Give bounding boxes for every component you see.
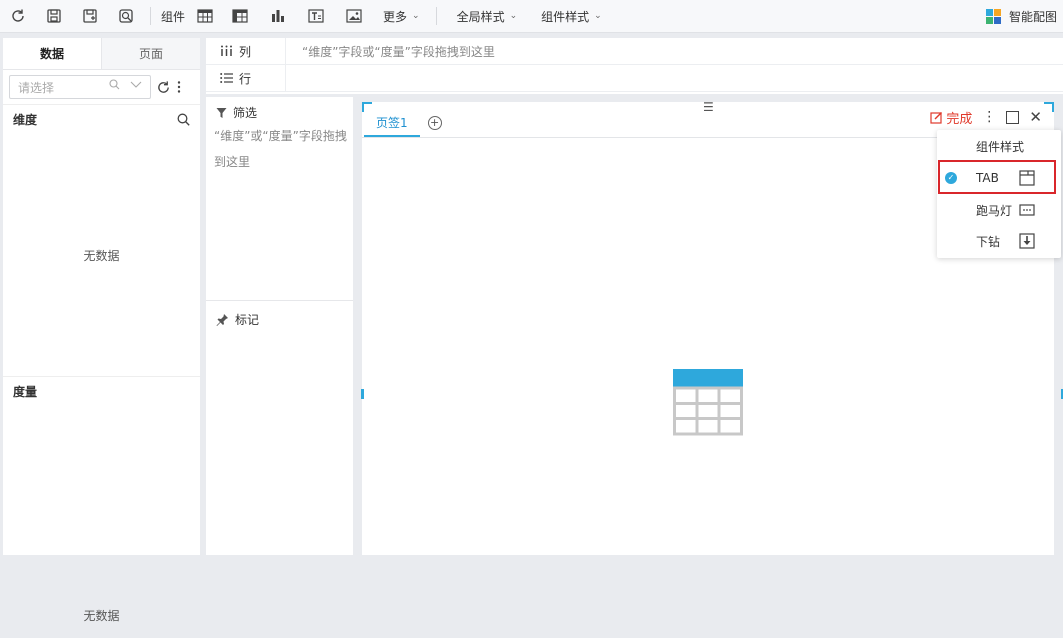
preview-icon[interactable] — [108, 0, 144, 33]
refresh-icon[interactable] — [156, 80, 171, 95]
pin-icon — [216, 314, 228, 326]
tab-page[interactable]: 页面 — [102, 38, 200, 69]
filter-icon — [216, 107, 227, 118]
table-placeholder-icon — [673, 369, 743, 436]
component-style-label: 组件样式 — [541, 9, 590, 24]
measure-empty: 无数据 — [83, 609, 120, 623]
dataset-selector-row: 请选择 — [3, 70, 200, 104]
global-style-dropdown[interactable]: 全局样式 ⌄ — [447, 0, 528, 33]
menu-item-drill[interactable]: 下钻 — [937, 226, 1061, 256]
dimension-header: 维度 — [3, 104, 200, 134]
filter-panel: 筛选 “维度”或“度量”字段拖拽到这里 标记 — [206, 97, 353, 555]
bar-chart-icon[interactable] — [259, 0, 297, 33]
kebab-menu-icon[interactable] — [177, 80, 181, 94]
row-drop-zone[interactable]: 行 — [206, 64, 1063, 92]
row-label: 行 — [239, 71, 252, 86]
chevron-down-icon: ⌄ — [412, 11, 420, 21]
search-icon[interactable] — [177, 113, 190, 126]
tab-page1[interactable]: 页签1 — [364, 109, 420, 137]
save-icon[interactable] — [36, 0, 72, 33]
maximize-icon[interactable] — [1006, 111, 1020, 124]
component-menu: 组件样式 ✓ TAB 跑马灯 下钻 — [937, 130, 1061, 258]
image-component-icon[interactable] — [335, 0, 373, 33]
done-label: 完成 — [946, 112, 973, 127]
menu-item-marquee[interactable]: 跑马灯 — [937, 195, 1061, 225]
measure-header: 度量 — [3, 376, 200, 406]
panel-tabs: 数据 页面 — [3, 38, 200, 70]
axis-panel: 列 “维度”字段或“度量”字段拖拽到这里 行 — [206, 37, 1063, 94]
crosstab-component-icon[interactable] — [221, 0, 259, 33]
save-as-icon[interactable] — [72, 0, 108, 33]
chevron-down-icon: ⌄ — [509, 11, 518, 21]
check-icon: ✓ — [945, 172, 957, 184]
component-label: 组件 — [161, 9, 186, 24]
chevron-down-icon — [130, 81, 142, 88]
column-shelf-label: 列 — [206, 37, 286, 65]
table-component-icon[interactable] — [189, 0, 221, 33]
tab-icon — [1019, 170, 1035, 186]
drill-down-icon — [1019, 233, 1035, 249]
dataset-select[interactable]: 请选择 — [9, 75, 151, 99]
toolbar-divider — [435, 7, 437, 25]
chevron-down-icon: ⌄ — [594, 11, 602, 21]
dimension-label: 维度 — [13, 113, 38, 127]
dimension-empty: 无数据 — [83, 248, 120, 263]
menu-item-tab[interactable]: ✓ TAB — [937, 163, 1061, 193]
data-panel: 数据 页面 请选择 维度 无数据 度量 无数据 — [3, 38, 200, 623]
more-dropdown[interactable]: 更多 ⌄ — [373, 0, 430, 33]
select-placeholder: 请选择 — [18, 80, 55, 95]
kebab-menu-icon[interactable]: ⋮ — [982, 110, 996, 124]
smart-chart-button[interactable]: 智能配图 — [985, 0, 1057, 33]
top-toolbar: 组件 更多 ⌄ 全局样式 ⌄ 组件样式 ⌄ 智能配图 — [0, 0, 1063, 33]
resize-handle-left[interactable] — [361, 389, 364, 399]
global-style-label: 全局样式 — [456, 9, 505, 24]
tab-data[interactable]: 数据 — [3, 38, 102, 69]
add-tab-icon[interactable]: + — [427, 116, 442, 130]
marquee-icon — [1019, 204, 1035, 216]
done-button[interactable]: 完成 — [930, 108, 972, 127]
component-style-dropdown[interactable]: 组件样式 ⌄ — [531, 0, 612, 33]
mark-label: 标记 — [235, 313, 260, 327]
smart-chart-label: 智能配图 — [1008, 10, 1057, 24]
filter-label: 筛选 — [233, 106, 258, 120]
column-drop-zone[interactable]: 列 “维度”字段或“度量”字段拖拽到这里 — [206, 37, 1063, 65]
menu-label: TAB — [976, 171, 999, 185]
rows-icon — [220, 73, 233, 83]
column-hint: “维度”字段或“度量”字段拖拽到这里 — [302, 44, 495, 59]
row-shelf-label: 行 — [206, 64, 286, 92]
measure-label: 度量 — [13, 385, 38, 399]
refresh-icon[interactable] — [0, 0, 36, 33]
menu-item-component-style[interactable]: 组件样式 — [937, 131, 1061, 161]
menu-label: 跑马灯 — [976, 203, 1013, 218]
text-component-icon[interactable] — [297, 0, 335, 33]
column-label: 列 — [239, 44, 252, 59]
close-icon[interactable]: ✕ — [1029, 110, 1042, 125]
mark-section[interactable]: 标记 — [206, 300, 353, 338]
edit-icon — [930, 112, 943, 124]
filter-header: 筛选 — [206, 97, 353, 121]
search-icon — [109, 79, 120, 90]
toolbar-divider — [150, 7, 151, 25]
columns-icon — [221, 45, 232, 56]
filter-drop-hint[interactable]: “维度”或“度量”字段拖拽到这里 — [206, 121, 353, 175]
smart-chart-icon — [985, 9, 1001, 24]
more-label: 更多 — [383, 9, 408, 24]
menu-label: 组件样式 — [976, 139, 1025, 154]
canvas-tools: 完成 ⋮ ✕ — [930, 108, 1042, 127]
menu-label: 下钻 — [976, 234, 1001, 249]
